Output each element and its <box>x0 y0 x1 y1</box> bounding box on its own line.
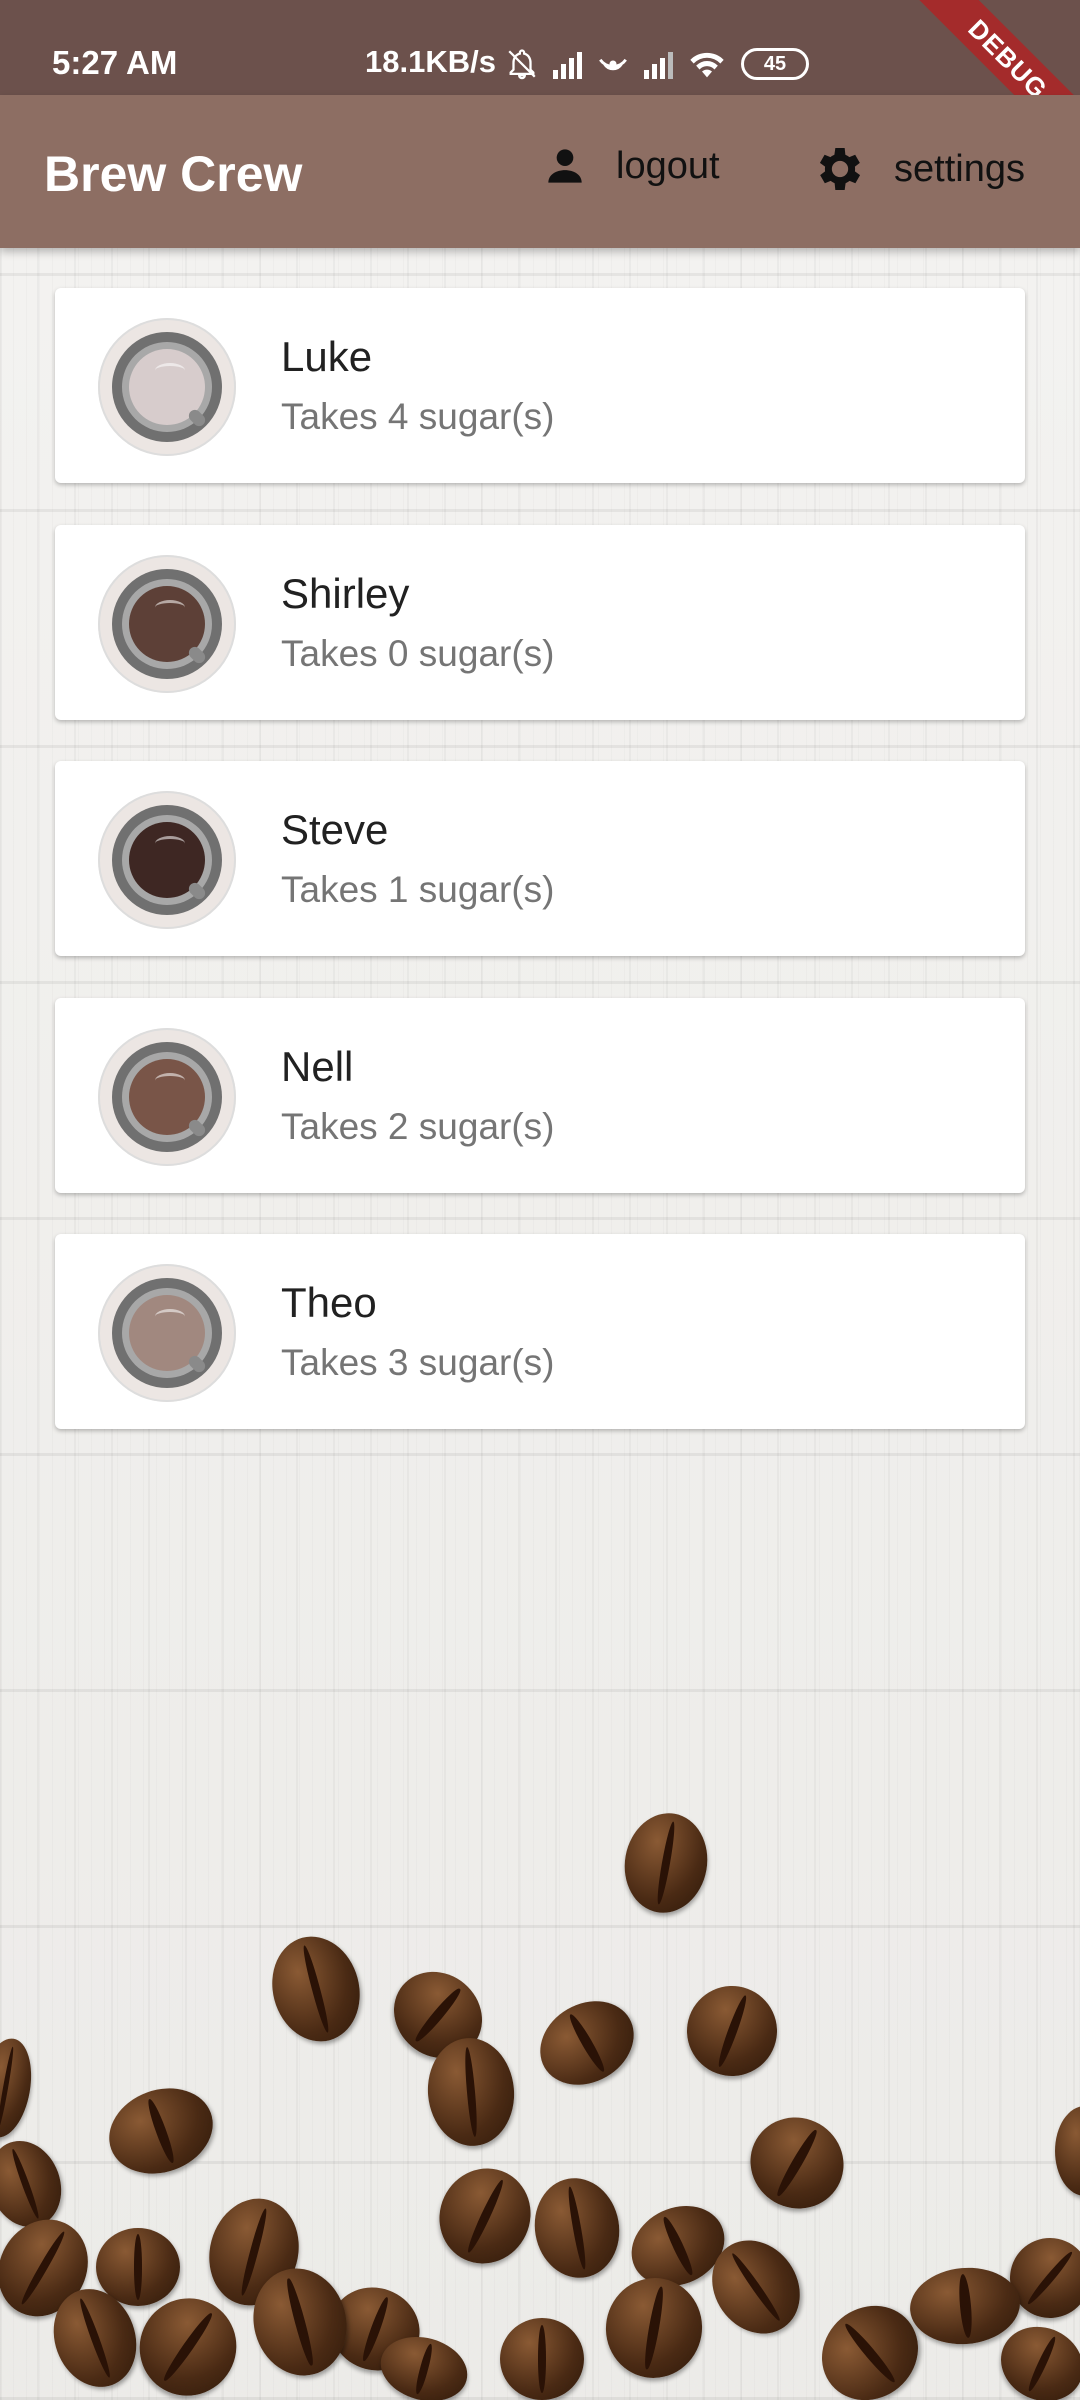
status-bar: 5:27 AM 18.1KB/s 45 DEBUG <box>0 0 1080 166</box>
person-icon <box>548 149 582 183</box>
brew-card[interactable]: Steve Takes 1 sugar(s) <box>55 761 1025 956</box>
coffee-bean-image <box>525 1984 649 2102</box>
brew-sugars: Takes 4 sugar(s) <box>281 396 555 437</box>
brew-name: Luke <box>281 333 373 380</box>
signal-icon <box>553 49 582 79</box>
brew-sugars: Takes 3 sugar(s) <box>281 1342 555 1383</box>
brew-card[interactable]: Theo Takes 3 sugar(s) <box>55 1234 1025 1429</box>
coffee-cup-icon <box>112 332 222 442</box>
brew-sugars: Takes 1 sugar(s) <box>281 869 555 910</box>
coffee-cup-avatar <box>98 791 236 929</box>
wifi-icon <box>690 52 724 78</box>
coffee-bean-image <box>674 1973 790 2089</box>
hotspot-icon <box>599 58 627 71</box>
coffee-bean-image <box>260 1926 372 2052</box>
coffee-bean-image <box>616 1806 716 1920</box>
coffee-cup-avatar <box>98 318 236 456</box>
logout-label: logout <box>616 144 720 187</box>
logout-button[interactable]: logout <box>540 141 720 191</box>
brew-sugars: Takes 0 sugar(s) <box>281 633 555 674</box>
brew-name: Theo <box>281 1279 377 1326</box>
brew-card[interactable]: Nell Takes 2 sugar(s) <box>55 998 1025 1193</box>
signal-icon-2 <box>644 49 673 79</box>
bell-off-icon <box>508 49 536 80</box>
coffee-cup-avatar <box>98 1028 236 1166</box>
coffee-bean-image <box>0 2034 39 2142</box>
coffee-bean-image <box>423 2153 547 2279</box>
coffee-bean-image <box>906 2263 1024 2349</box>
brew-name: Steve <box>281 806 389 853</box>
coffee-cup-avatar <box>98 555 236 693</box>
network-speed: 18.1KB/s <box>365 44 496 79</box>
status-time: 5:27 AM <box>52 44 178 81</box>
settings-label: settings <box>894 147 1025 190</box>
coffee-bean-image <box>500 2318 584 2400</box>
coffee-bean-image <box>598 2270 710 2386</box>
coffee-cup-icon <box>112 1042 222 1152</box>
coffee-cup-icon <box>112 569 222 679</box>
brew-card[interactable]: Shirley Takes 0 sugar(s) <box>55 525 1025 720</box>
battery-icon: 45 <box>741 48 809 80</box>
settings-button[interactable]: settings <box>812 141 1025 197</box>
coffee-cup-icon <box>112 1278 222 1388</box>
brew-card[interactable]: Luke Takes 4 sugar(s) <box>55 288 1025 483</box>
app-bar: Brew Crew logout settings <box>0 95 1080 248</box>
coffee-cup-icon <box>112 805 222 915</box>
brew-name: Nell <box>281 1043 354 1090</box>
coffee-bean-image <box>1055 2106 1080 2196</box>
coffee-bean-image <box>526 2171 628 2285</box>
coffee-bean-image <box>97 2074 225 2188</box>
coffee-bean-image <box>733 2100 861 2226</box>
app-title: Brew Crew <box>44 146 303 202</box>
brew-name: Shirley <box>281 570 410 617</box>
brew-sugars: Takes 2 sugar(s) <box>281 1106 555 1147</box>
coffee-cup-avatar <box>98 1264 236 1402</box>
status-icons: 45 <box>505 44 809 84</box>
gear-icon <box>819 148 861 190</box>
